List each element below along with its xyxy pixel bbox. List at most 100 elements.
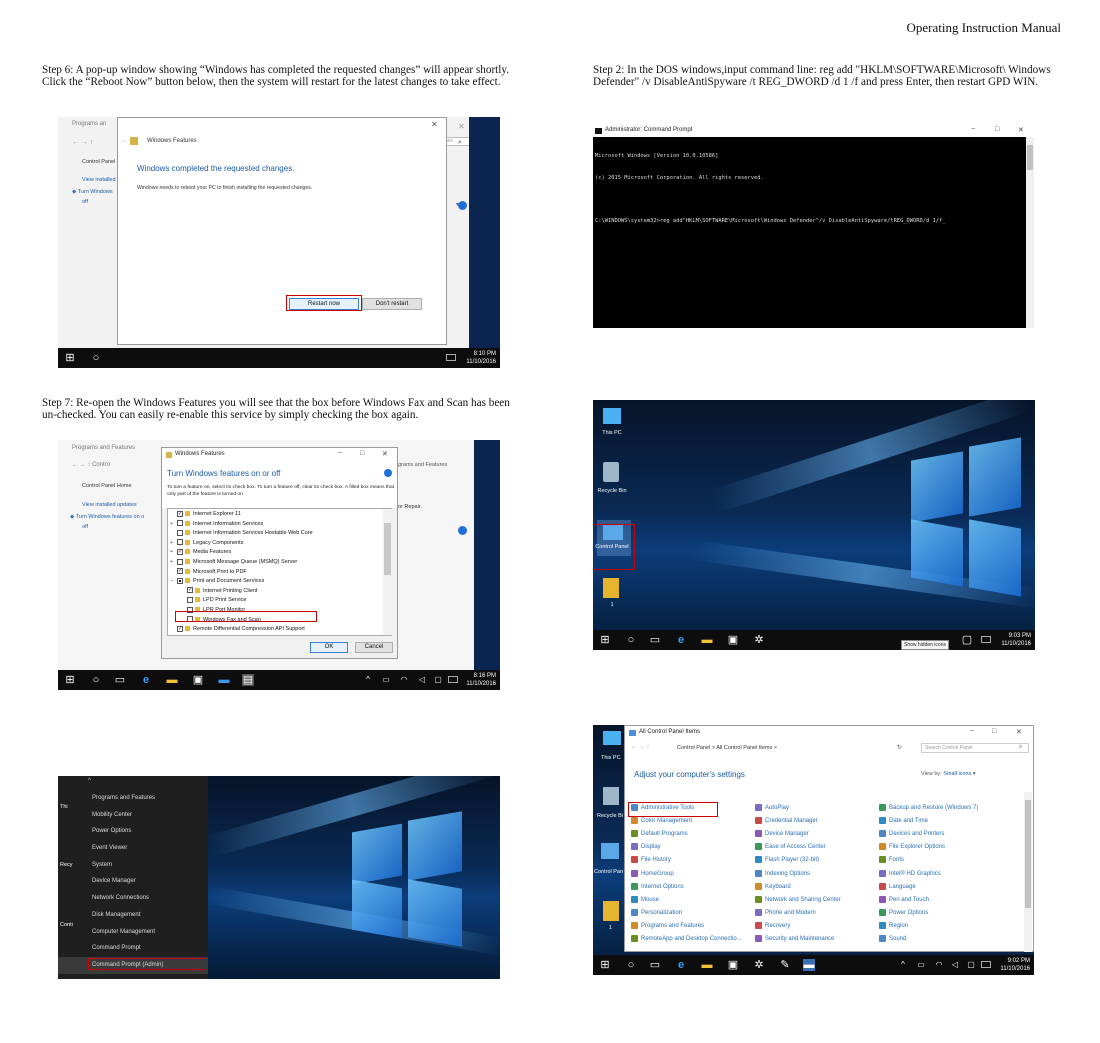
minimize-icon[interactable]: − xyxy=(970,728,974,735)
wifi-icon[interactable]: ◠ xyxy=(933,959,945,971)
cp-item[interactable]: Personalization xyxy=(631,908,682,916)
close-icon[interactable]: ✕ xyxy=(1018,126,1024,134)
feature-checkbox[interactable]: ✓ xyxy=(177,548,183,555)
edge-icon[interactable]: e xyxy=(140,674,152,686)
feature-row[interactable]: ✓ Internet Explorer 11 xyxy=(170,510,241,519)
refresh-icon[interactable]: ↻ xyxy=(897,744,902,751)
maximize-icon[interactable]: □ xyxy=(995,126,999,133)
close-icon[interactable]: ✕ xyxy=(431,120,438,129)
feature-row[interactable]: − Print and Document Services xyxy=(170,577,264,586)
close-icon[interactable]: ✕ xyxy=(1016,728,1022,736)
menu-item[interactable]: Event Viewer xyxy=(58,840,208,857)
control-panel-icon[interactable] xyxy=(601,843,619,859)
start-icon[interactable]: ⊞ xyxy=(64,674,76,686)
wifi-icon[interactable]: ◠ xyxy=(398,674,410,686)
expand-toggle[interactable]: − xyxy=(170,577,177,586)
cp-item[interactable]: Mouse xyxy=(631,895,659,903)
cp-item[interactable]: Default Programs xyxy=(631,830,688,837)
expand-toggle[interactable]: + xyxy=(170,558,177,567)
cp-item[interactable]: Programs and Features xyxy=(631,921,704,929)
view-by-select[interactable]: Small icons xyxy=(943,771,971,777)
cp-item[interactable]: RemoteApp and Desktop Connectio... xyxy=(631,935,742,942)
ok-button[interactable]: OK xyxy=(310,642,348,653)
clock[interactable]: 9:03 PM 11/10/2016 xyxy=(1001,632,1031,648)
feature-row[interactable]: Internet Information Services Hostable W… xyxy=(170,529,313,538)
action-center-icon[interactable]: ▢ xyxy=(965,959,977,971)
feature-checkbox[interactable] xyxy=(177,529,183,536)
this-pc-icon[interactable] xyxy=(603,408,621,424)
search-input[interactable]: Search Control Panel xyxy=(921,743,1029,753)
feature-row[interactable]: + Microsoft Message Queue (MSMQ) Server xyxy=(170,558,297,567)
cmd-line-3[interactable]: C:\WINDOWS\system32>reg add"HKLM\SOFTWAR… xyxy=(595,218,1023,225)
cortana-icon[interactable]: ○ xyxy=(625,634,637,646)
feature-checkbox[interactable]: ✓ xyxy=(187,587,193,594)
file-explorer-icon[interactable]: ▬ xyxy=(701,634,713,646)
task-view-icon[interactable]: ▭ xyxy=(114,674,126,686)
feature-checkbox[interactable] xyxy=(177,558,183,565)
cp-item[interactable]: Pen and Touch xyxy=(879,895,929,903)
cp-item[interactable]: Credential Manager xyxy=(755,817,818,824)
feature-scroll-thumb[interactable] xyxy=(384,523,391,575)
feature-row[interactable]: ✓ Microsoft Print to PDF xyxy=(170,568,247,577)
cp-item[interactable]: Intel® HD Graphics xyxy=(879,869,941,877)
file-explorer-icon[interactable]: ▬ xyxy=(701,959,713,971)
clock[interactable]: 8:10 PM 11/10/2016 xyxy=(466,350,496,366)
menu-item[interactable]: Mobility Center xyxy=(58,807,208,824)
cp-item[interactable]: Recovery xyxy=(755,921,790,929)
features-app-icon[interactable]: ▤ xyxy=(242,674,254,686)
cp-item[interactable]: Sound xyxy=(879,935,906,942)
keyboard-icon[interactable] xyxy=(981,636,991,643)
maximize-icon[interactable]: □ xyxy=(992,728,996,735)
volume-icon[interactable]: ◁ xyxy=(416,674,428,686)
cancel-button[interactable]: Cancel xyxy=(355,642,393,653)
start-icon[interactable]: ⊞ xyxy=(64,352,76,364)
edge-icon[interactable]: e xyxy=(675,959,687,971)
chevron-up-icon[interactable]: ^ xyxy=(897,959,909,971)
task-view-icon[interactable]: ▭ xyxy=(649,634,661,646)
cp-item[interactable]: Power Options xyxy=(879,908,928,916)
start-icon[interactable]: ⊞ xyxy=(599,959,611,971)
cp-item[interactable]: AutoPlay xyxy=(755,804,789,811)
cp-item[interactable]: Display xyxy=(631,843,661,850)
cp-item[interactable]: Devices and Printers xyxy=(879,830,944,837)
feature-row[interactable]: + ✓ Media Features xyxy=(170,548,231,557)
action-center-icon[interactable]: ▢ xyxy=(432,674,444,686)
start-icon[interactable]: ⊞ xyxy=(599,634,611,646)
cp-item[interactable]: Fonts xyxy=(879,856,904,863)
cortana-icon[interactable]: ○ xyxy=(90,352,102,364)
store-icon[interactable]: ▣ xyxy=(727,959,739,971)
paint-icon[interactable]: ✎ xyxy=(779,959,791,971)
feature-row[interactable]: ✓ Remote Differential Compression API Sup… xyxy=(170,625,305,634)
feature-row[interactable]: LPD Print Service xyxy=(180,596,246,605)
keyboard-icon[interactable] xyxy=(981,961,991,968)
cp-item[interactable]: Security and Maintenance xyxy=(755,935,834,942)
feature-checkbox[interactable] xyxy=(177,539,183,546)
cortana-icon[interactable]: ○ xyxy=(625,959,637,971)
search-icon[interactable]: ⌕ xyxy=(1019,744,1022,751)
expand-toggle[interactable]: + xyxy=(170,520,177,529)
feature-checkbox[interactable] xyxy=(177,520,183,527)
folder-icon[interactable] xyxy=(603,901,619,921)
chevron-up-icon[interactable]: ^ xyxy=(362,674,374,686)
cp-item[interactable]: Region xyxy=(879,921,908,929)
store-icon[interactable]: ▣ xyxy=(727,634,739,646)
cp-item[interactable]: Date and Time xyxy=(879,817,928,824)
clock[interactable]: 8:16 PM 11/10/2016 xyxy=(466,672,496,688)
cp-item[interactable]: Language xyxy=(879,882,916,890)
cp-item[interactable]: Device Manager xyxy=(755,830,809,837)
cp-item[interactable]: Ease of Access Center xyxy=(755,843,826,850)
clock[interactable]: 9:02 PM 11/10/2016 xyxy=(1000,957,1030,973)
recycle-bin-icon[interactable] xyxy=(603,462,619,482)
menu-item[interactable]: Computer Management xyxy=(58,924,208,941)
folder-icon[interactable] xyxy=(603,578,619,598)
cp-item[interactable]: HomeGroup xyxy=(631,869,674,877)
nav-arrows[interactable]: ← → ↑ xyxy=(631,744,649,750)
feature-row[interactable]: + Internet Information Services xyxy=(170,520,263,529)
control-panel-icon[interactable]: ▬ xyxy=(218,674,230,686)
menu-item[interactable]: Network Connections xyxy=(58,890,208,907)
feature-scrollbar[interactable] xyxy=(383,509,392,635)
cortana-icon[interactable]: ○ xyxy=(90,674,102,686)
cmd-scroll-thumb[interactable] xyxy=(1027,145,1033,170)
cp-item[interactable]: Keyboard xyxy=(755,882,791,890)
control-panel-task-icon[interactable]: ▬ xyxy=(803,959,815,971)
